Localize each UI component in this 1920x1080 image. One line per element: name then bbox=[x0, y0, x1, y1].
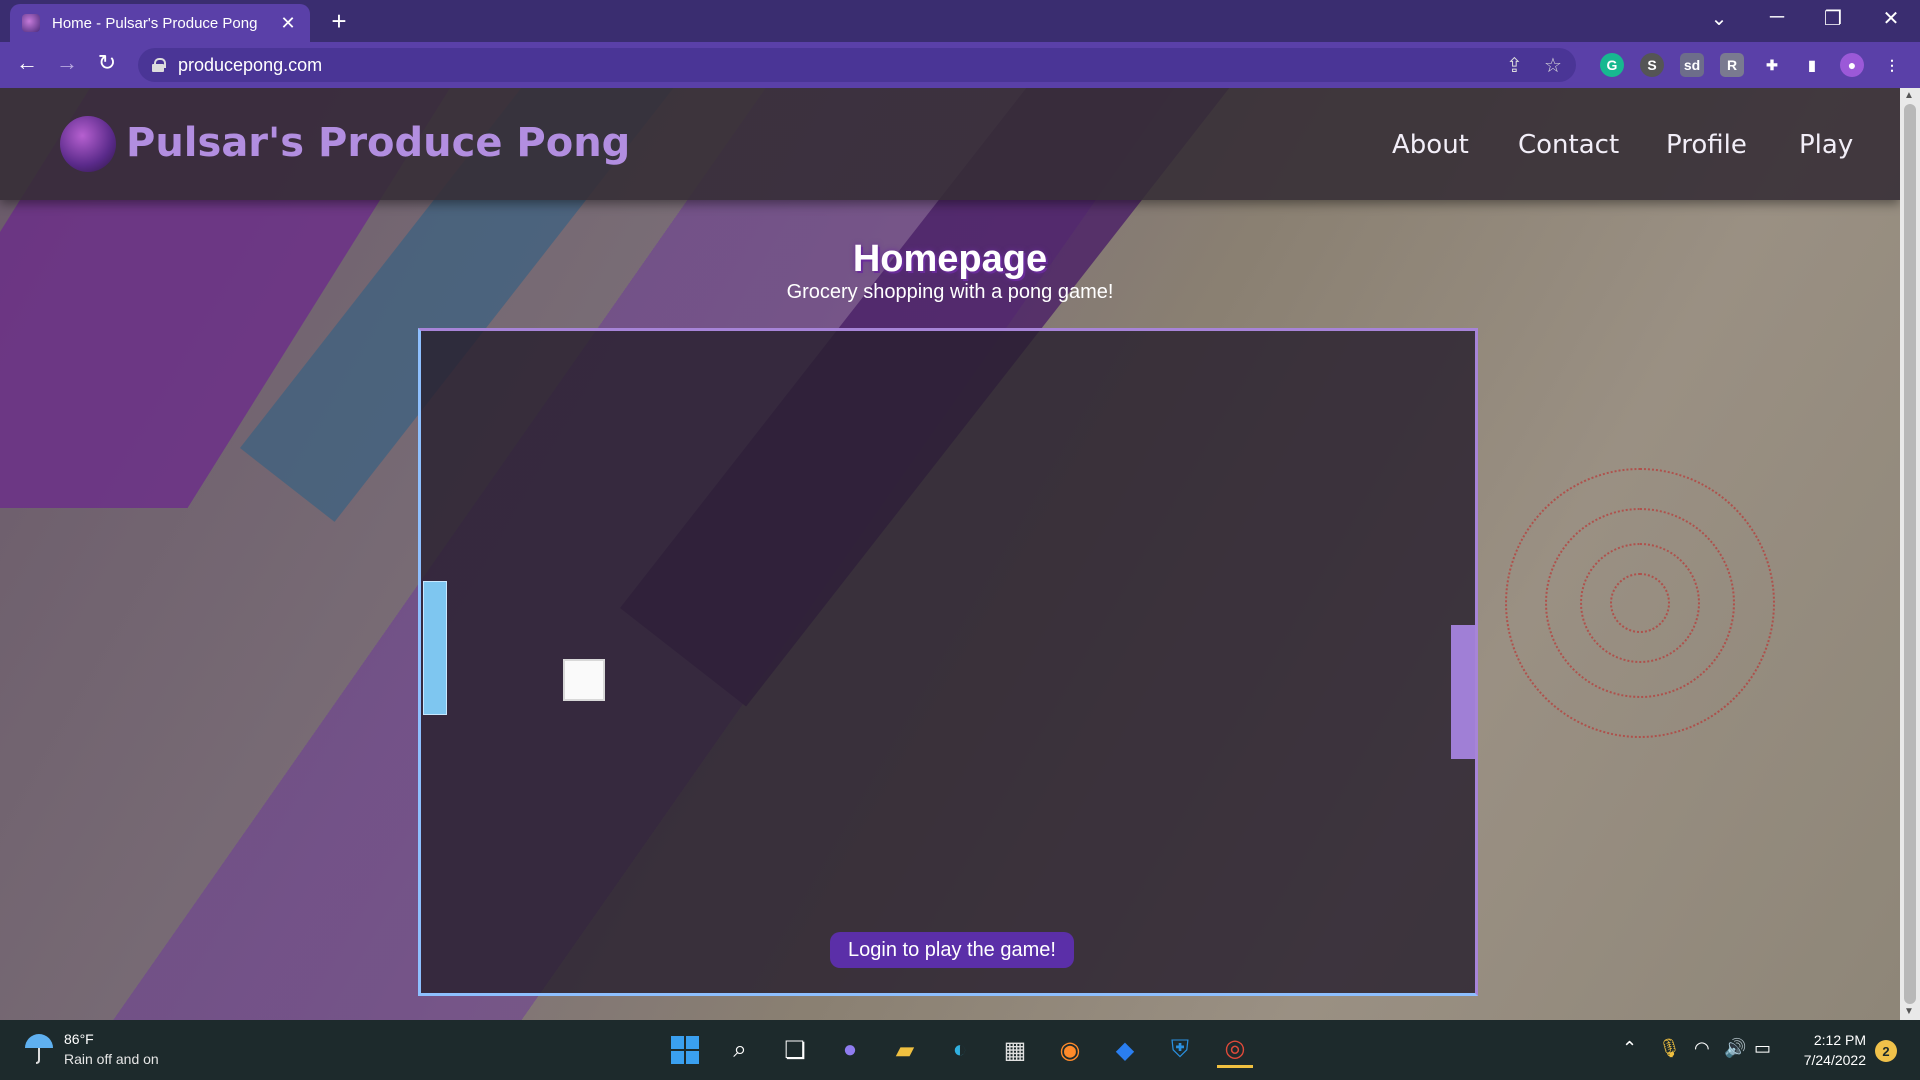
s-extension-icon[interactable]: S bbox=[1640, 53, 1664, 77]
scroll-up-icon[interactable]: ▲ bbox=[1904, 90, 1914, 101]
tab-title: Home - Pulsar's Produce Pong bbox=[52, 14, 258, 32]
url-text: producepong.com bbox=[178, 54, 323, 75]
microphone-icon[interactable]: 🎙 bbox=[1658, 1038, 1681, 1059]
menu-kebab-icon[interactable]: ⋮ bbox=[1880, 53, 1904, 77]
sd-extension-icon[interactable]: sd bbox=[1680, 53, 1704, 77]
pong-game-board[interactable]: Login to play the game! bbox=[418, 328, 1478, 996]
forward-arrow-icon[interactable]: → bbox=[52, 50, 82, 76]
show-hidden-icons-chevron-up-icon[interactable]: ⌃ bbox=[1622, 1038, 1637, 1059]
new-tab-button[interactable]: + bbox=[326, 6, 352, 37]
file-explorer-icon[interactable]: ▰ bbox=[887, 1032, 923, 1068]
site-title[interactable]: Pulsar's Produce Pong bbox=[126, 120, 630, 166]
microsoft-store-icon[interactable]: ▦ bbox=[997, 1032, 1033, 1068]
page-scrollbar[interactable]: ▲ ▼ bbox=[1900, 88, 1920, 1020]
restore-icon[interactable]: ❐ bbox=[1818, 6, 1848, 31]
site-logo[interactable] bbox=[60, 116, 116, 172]
browser-tab[interactable]: Home - Pulsar's Produce Pong ✕ bbox=[10, 4, 310, 42]
browser-toolbar: ← → ↻ producepong.com ⇪ ☆ G S sd R ✚ ▮ ●… bbox=[0, 42, 1920, 88]
grammarly-extension-icon[interactable]: G bbox=[1600, 53, 1624, 77]
clock-time[interactable]: 2:12 PM bbox=[1800, 1032, 1866, 1048]
weather-description: Rain off and on bbox=[64, 1051, 159, 1067]
battery-icon[interactable]: ▭ bbox=[1754, 1038, 1771, 1059]
teams-chat-icon[interactable]: ● bbox=[832, 1032, 868, 1068]
windows-taskbar: 86°F Rain off and on ⌕ ❏ ● ▰ ◐ ▦ ◉ ◆ ⛨ ◎… bbox=[0, 1020, 1920, 1080]
search-icon[interactable]: ⌕ bbox=[722, 1032, 758, 1068]
browser-tab-bar: Home - Pulsar's Produce Pong ✕ + ⌄ ─ ❐ ✕ bbox=[0, 0, 1920, 42]
site-header: Pulsar's Produce Pong About Contact Prof… bbox=[0, 88, 1900, 200]
notification-badge[interactable]: 2 bbox=[1875, 1040, 1897, 1062]
weather-temperature: 86°F bbox=[64, 1031, 94, 1047]
right-paddle bbox=[1451, 625, 1475, 759]
umbrella-rain-icon[interactable] bbox=[22, 1032, 56, 1066]
clock-date[interactable]: 7/24/2022 bbox=[1790, 1052, 1866, 1068]
edge-browser-icon[interactable]: ◐ bbox=[942, 1032, 978, 1068]
minimize-icon[interactable]: ─ bbox=[1762, 6, 1792, 29]
security-app-icon[interactable]: ⛨ bbox=[1162, 1032, 1198, 1068]
dropbox-icon[interactable]: ◆ bbox=[1107, 1032, 1143, 1068]
windows-start-icon[interactable] bbox=[667, 1032, 703, 1068]
address-bar[interactable]: producepong.com ⇪ ☆ bbox=[138, 48, 1576, 82]
r-extension-icon[interactable]: R bbox=[1720, 53, 1744, 77]
close-window-icon[interactable]: ✕ bbox=[1876, 6, 1906, 31]
scrollbar-thumb[interactable] bbox=[1904, 104, 1916, 1004]
tab-search-chevron-down-icon[interactable]: ⌄ bbox=[1704, 6, 1734, 31]
scroll-down-icon[interactable]: ▼ bbox=[1904, 1006, 1914, 1017]
nav-contact[interactable]: Contact bbox=[1518, 130, 1619, 160]
wifi-icon[interactable]: ◠ bbox=[1694, 1038, 1710, 1059]
task-view-icon[interactable]: ❏ bbox=[777, 1032, 813, 1068]
volume-icon[interactable]: 🔊 bbox=[1724, 1038, 1746, 1059]
lock-icon bbox=[152, 58, 166, 72]
side-panel-icon[interactable]: ▮ bbox=[1800, 53, 1824, 77]
background-spiral bbox=[1610, 573, 1670, 633]
pong-ball bbox=[563, 659, 605, 701]
left-paddle bbox=[423, 581, 447, 715]
page-viewport: Pulsar's Produce Pong About Contact Prof… bbox=[0, 88, 1900, 1020]
firefox-icon[interactable]: ◉ bbox=[1052, 1032, 1088, 1068]
page-title: Homepage bbox=[852, 238, 1048, 280]
bookmark-star-icon[interactable]: ☆ bbox=[1544, 53, 1562, 78]
site-favicon-icon bbox=[22, 14, 40, 32]
login-to-play-button[interactable]: Login to play the game! bbox=[830, 932, 1074, 968]
nav-about[interactable]: About bbox=[1392, 130, 1469, 160]
tab-close-icon[interactable]: ✕ bbox=[278, 13, 298, 34]
reload-icon[interactable]: ↻ bbox=[92, 50, 122, 76]
profile-avatar[interactable]: ● bbox=[1840, 53, 1864, 77]
nav-play[interactable]: Play bbox=[1799, 130, 1853, 160]
share-icon[interactable]: ⇪ bbox=[1506, 53, 1523, 78]
chrome-icon[interactable]: ◎ bbox=[1217, 1032, 1253, 1068]
back-arrow-icon[interactable]: ← bbox=[12, 50, 42, 76]
nav-profile[interactable]: Profile bbox=[1666, 130, 1747, 160]
page-subtitle: Grocery shopping with a pong game! bbox=[786, 281, 1114, 303]
extensions-puzzle-icon[interactable]: ✚ bbox=[1760, 53, 1784, 77]
